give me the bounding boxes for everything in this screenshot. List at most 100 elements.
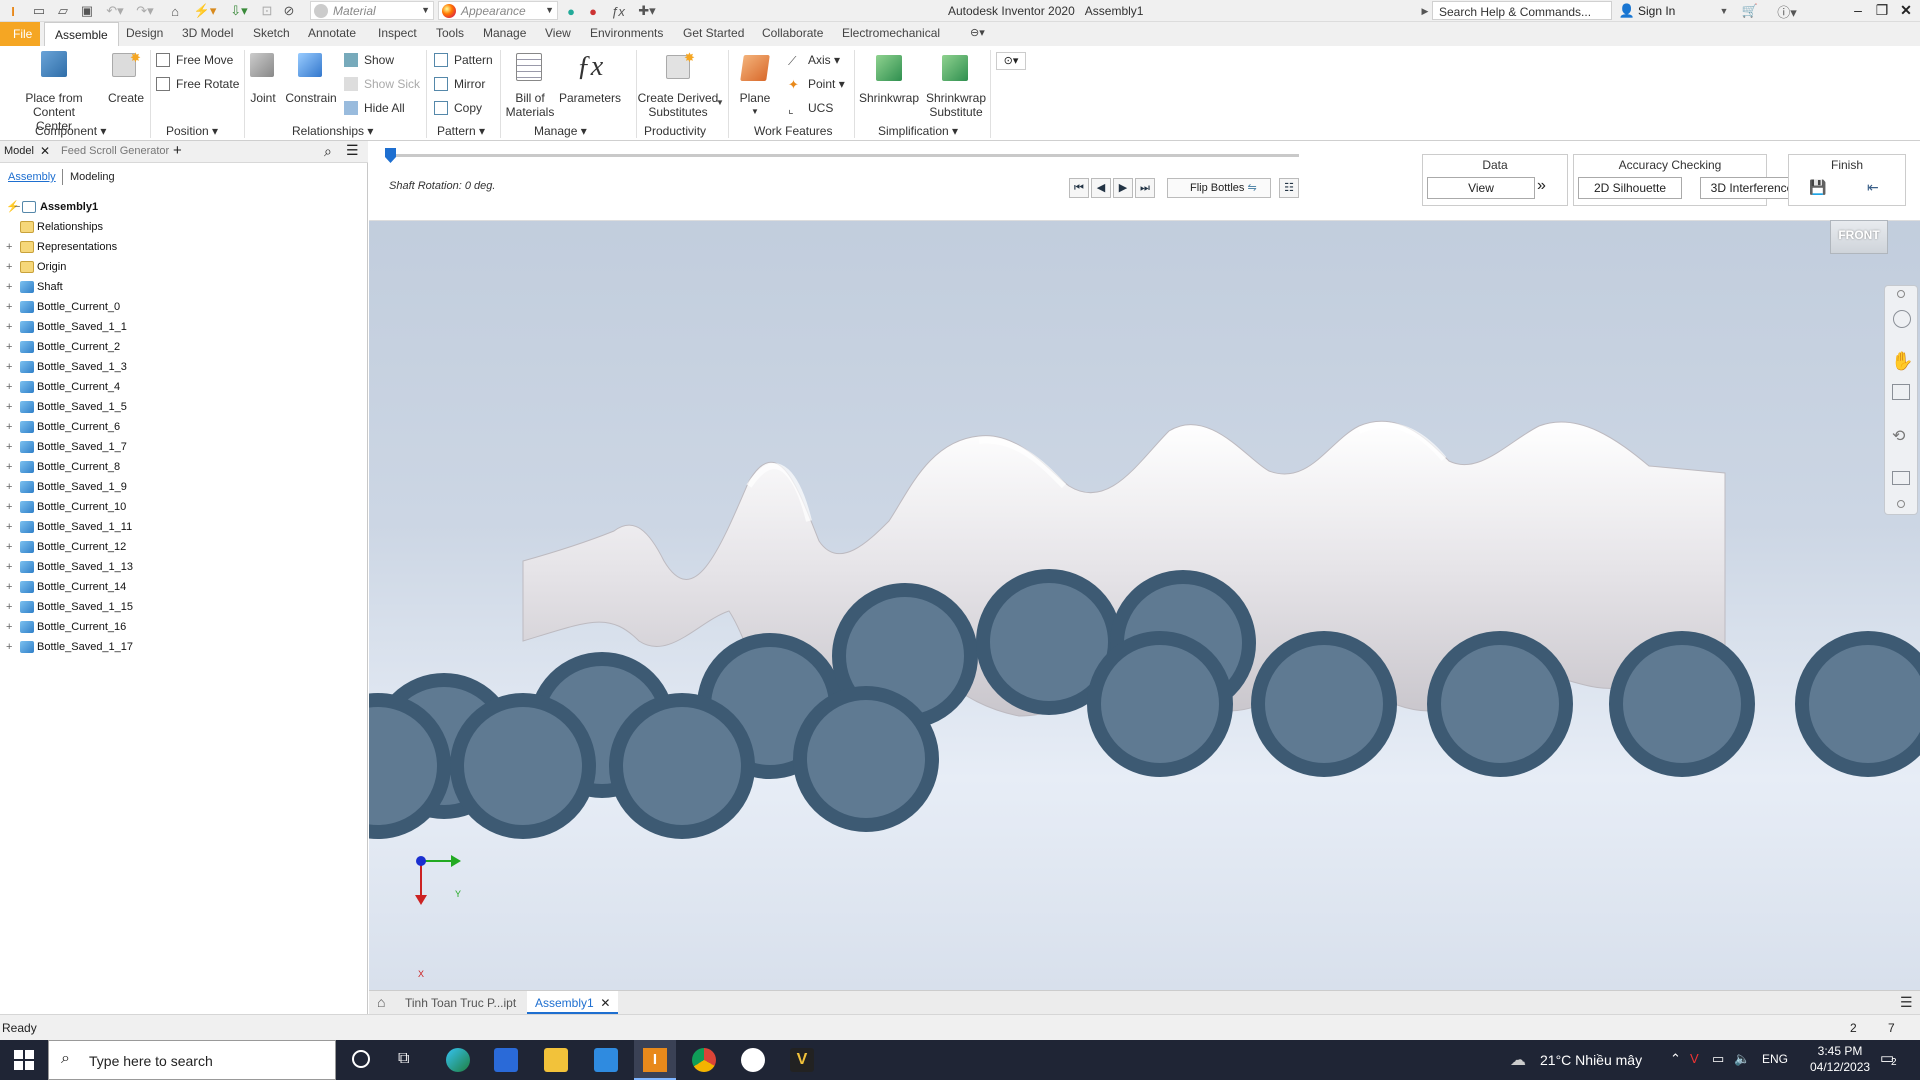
tab-environments[interactable]: Environments bbox=[590, 26, 663, 40]
tab-electromechanical[interactable]: Electromechanical bbox=[842, 26, 940, 40]
tree-item[interactable]: + Bottle_Current_6 bbox=[0, 417, 368, 437]
tab-annotate[interactable]: Annotate bbox=[308, 26, 356, 40]
assembly-tab[interactable]: Assembly bbox=[8, 171, 56, 183]
bottle-circle[interactable] bbox=[1251, 631, 1397, 777]
chevron-down-icon[interactable]: ▼ bbox=[716, 98, 724, 107]
store-icon[interactable] bbox=[494, 1048, 518, 1072]
open-folder-icon[interactable]: ▱ bbox=[54, 2, 72, 20]
tree-item[interactable]: + Origin bbox=[0, 257, 368, 277]
new-file-icon[interactable]: ▭ bbox=[30, 2, 48, 20]
user-icon[interactable]: 👤 bbox=[1618, 2, 1636, 20]
viewcube[interactable]: FRONT bbox=[1830, 220, 1888, 254]
help-icon[interactable]: ⓘ▾ bbox=[1772, 2, 1802, 20]
expand-icon[interactable]: + bbox=[6, 317, 12, 337]
flip-bottles-button[interactable]: Flip Bottles ⇋ bbox=[1167, 178, 1271, 198]
appearance-dropdown[interactable]: Appearance ▼ bbox=[438, 1, 558, 20]
view-face-icon[interactable] bbox=[1892, 471, 1910, 485]
close-icon[interactable]: ✕ bbox=[1894, 2, 1918, 20]
tray-chevron-icon[interactable]: ⌃ bbox=[1670, 1051, 1681, 1067]
undo-icon[interactable]: ↶▾ bbox=[100, 2, 130, 20]
last-frame-button[interactable]: ⏭ bbox=[1135, 178, 1155, 198]
task-view-icon[interactable]: ⧉ bbox=[398, 1050, 409, 1068]
expand-icon[interactable]: + bbox=[6, 597, 12, 617]
expand-icon[interactable]: + bbox=[6, 277, 12, 297]
windows-start-icon[interactable] bbox=[14, 1050, 34, 1070]
group-position-label[interactable]: Position ▾ bbox=[166, 124, 218, 138]
expand-icon[interactable]: + bbox=[6, 437, 12, 457]
group-component-label[interactable]: Component ▾ bbox=[35, 124, 106, 138]
doc-tab-part[interactable]: Tinh Toan Truc P...ipt bbox=[405, 996, 516, 1010]
create-component-button[interactable]: ✸ Create bbox=[104, 51, 148, 106]
pattern-button[interactable]: Pattern bbox=[434, 52, 493, 68]
tab-assemble[interactable]: Assemble bbox=[44, 22, 119, 46]
measure-icon[interactable]: ⊡ bbox=[258, 2, 276, 20]
ucs-button[interactable]: ⌞ UCS bbox=[788, 100, 833, 116]
expand-icon[interactable]: + bbox=[6, 477, 12, 497]
copy-button[interactable]: Copy bbox=[434, 100, 482, 116]
tree-item[interactable]: + Bottle_Current_10 bbox=[0, 497, 368, 517]
update-icon[interactable]: ⇩▾ bbox=[224, 2, 254, 20]
expand-icon[interactable]: + bbox=[6, 297, 12, 317]
expand-icon[interactable]: + bbox=[6, 257, 12, 277]
save-icon[interactable]: 💾 bbox=[1809, 179, 1826, 196]
chevron-down-icon[interactable]: ▼ bbox=[1718, 2, 1730, 20]
home-icon[interactable]: ⌂ bbox=[377, 994, 385, 1010]
tree-item[interactable]: + Bottle_Current_0 bbox=[0, 297, 368, 317]
adjust-icon[interactable]: ● bbox=[562, 2, 580, 20]
collapse-icon[interactable]: − bbox=[14, 197, 20, 217]
place-from-content-center-button[interactable]: Place from Content Center bbox=[14, 51, 94, 133]
tab-tools[interactable]: Tools bbox=[436, 26, 464, 40]
menu-icon[interactable]: ☰ bbox=[1900, 994, 1913, 1011]
hide-all-button[interactable]: Hide All bbox=[344, 100, 405, 116]
expand-icon[interactable]: + bbox=[6, 337, 12, 357]
weather-text[interactable]: 21°C Nhiều mây bbox=[1540, 1052, 1642, 1068]
tab-design[interactable]: Design bbox=[126, 26, 163, 40]
expand-icon[interactable]: + bbox=[6, 537, 12, 557]
view-button[interactable]: View bbox=[1427, 177, 1535, 199]
shaft-rotation-slider-track[interactable] bbox=[391, 154, 1299, 157]
group-pattern-label[interactable]: Pattern ▾ bbox=[437, 124, 485, 138]
file-explorer-icon[interactable] bbox=[544, 1048, 568, 1072]
cortana-icon[interactable] bbox=[352, 1050, 370, 1068]
tab-3d-model[interactable]: 3D Model bbox=[182, 26, 233, 40]
bottle-circle[interactable] bbox=[369, 693, 451, 839]
bill-of-materials-button[interactable]: Bill of Materials bbox=[504, 51, 556, 119]
tab-manage[interactable]: Manage bbox=[483, 26, 526, 40]
tab-file[interactable]: File bbox=[0, 22, 40, 46]
expand-icon[interactable]: + bbox=[6, 417, 12, 437]
language-indicator[interactable]: ENG bbox=[1762, 1052, 1788, 1066]
tree-item[interactable]: + Shaft bbox=[0, 277, 368, 297]
tree-item[interactable]: + Bottle_Saved_1_1 bbox=[0, 317, 368, 337]
group-simplification-label[interactable]: Simplification ▾ bbox=[878, 124, 958, 138]
create-derived-substitutes-button[interactable]: ✸ Create Derived Substitutes bbox=[636, 51, 720, 120]
plane-button[interactable]: Plane ▼ bbox=[734, 51, 776, 119]
pan-icon[interactable]: ✋ bbox=[1891, 351, 1913, 372]
exit-icon[interactable]: ⇤ bbox=[1867, 179, 1879, 196]
minimize-icon[interactable]: – bbox=[1846, 2, 1870, 20]
no-sign-icon[interactable]: ⊘ bbox=[280, 2, 298, 20]
zalo-icon[interactable] bbox=[741, 1048, 765, 1072]
graphics-viewport[interactable]: Y X bbox=[369, 141, 1920, 990]
chrome-icon[interactable] bbox=[692, 1048, 716, 1072]
expand-icon[interactable]: + bbox=[6, 377, 12, 397]
home-icon[interactable]: ⌂ bbox=[166, 2, 184, 20]
feed-scroll-generator-tab[interactable]: Feed Scroll Generator bbox=[61, 145, 169, 157]
expand-icon[interactable]: + bbox=[6, 637, 12, 657]
expand-icon[interactable]: + bbox=[6, 457, 12, 477]
tree-item[interactable]: + Bottle_Saved_1_15 bbox=[0, 597, 368, 617]
bottle-circle[interactable] bbox=[1087, 631, 1233, 777]
edge-icon[interactable] bbox=[446, 1048, 470, 1072]
help-search-input[interactable]: Search Help & Commands... bbox=[1432, 1, 1612, 20]
bottle-circle[interactable] bbox=[450, 693, 596, 839]
tree-item[interactable]: + Bottle_Saved_1_9 bbox=[0, 477, 368, 497]
ribbon-options-icon[interactable]: ⊖▾ bbox=[970, 26, 985, 39]
taskbar-search-box[interactable]: ⌕ Type here to search bbox=[48, 1040, 336, 1080]
volume-icon[interactable]: 🔈 bbox=[1734, 1051, 1750, 1067]
inventor-logo-icon[interactable]: I bbox=[4, 2, 22, 20]
modeling-tab[interactable]: Modeling bbox=[70, 171, 115, 183]
clear-appearance-icon[interactable]: ● bbox=[584, 2, 602, 20]
parameters-button[interactable]: ƒx Parameters bbox=[558, 51, 622, 105]
show-button[interactable]: Show bbox=[344, 52, 394, 68]
tab-view[interactable]: View bbox=[545, 26, 571, 40]
shrinkwrap-button[interactable]: Shrinkwrap bbox=[858, 51, 920, 105]
